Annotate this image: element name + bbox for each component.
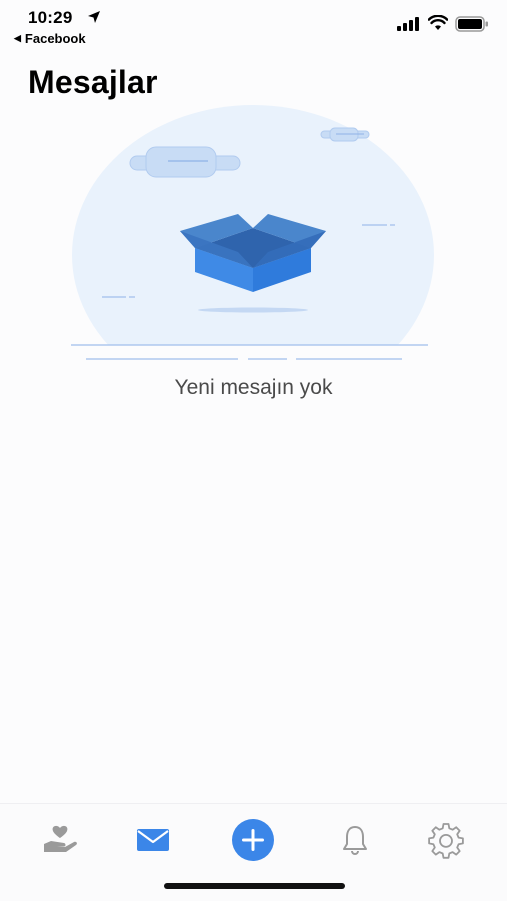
heart-hand-icon bbox=[44, 825, 77, 852]
tab-notifications[interactable] bbox=[333, 818, 377, 862]
tab-settings[interactable] bbox=[424, 818, 468, 862]
envelope-icon bbox=[137, 829, 169, 851]
location-arrow-icon bbox=[88, 11, 100, 23]
signal-icon bbox=[397, 17, 419, 31]
empty-state-message: Yeni mesajın yok bbox=[174, 376, 333, 399]
plus-circle-icon bbox=[232, 819, 274, 861]
home-indicator bbox=[164, 883, 345, 889]
status-bar: 10:29 ◀ Facebook bbox=[0, 0, 507, 50]
tab-messages[interactable] bbox=[131, 818, 175, 862]
tab-donations[interactable] bbox=[39, 818, 83, 862]
gear-icon bbox=[428, 823, 464, 859]
back-to-app-link[interactable]: ◀ Facebook bbox=[14, 31, 86, 46]
battery-icon bbox=[455, 16, 488, 32]
bell-icon bbox=[343, 826, 367, 855]
status-time: 10:29 bbox=[28, 8, 73, 27]
back-app-label: Facebook bbox=[24, 31, 86, 46]
page-title: Mesajlar bbox=[28, 64, 158, 100]
back-triangle-icon: ◀ bbox=[14, 33, 21, 43]
open-box-illustration bbox=[71, 105, 434, 360]
tab-create[interactable] bbox=[231, 818, 275, 862]
wifi-icon bbox=[428, 15, 448, 30]
